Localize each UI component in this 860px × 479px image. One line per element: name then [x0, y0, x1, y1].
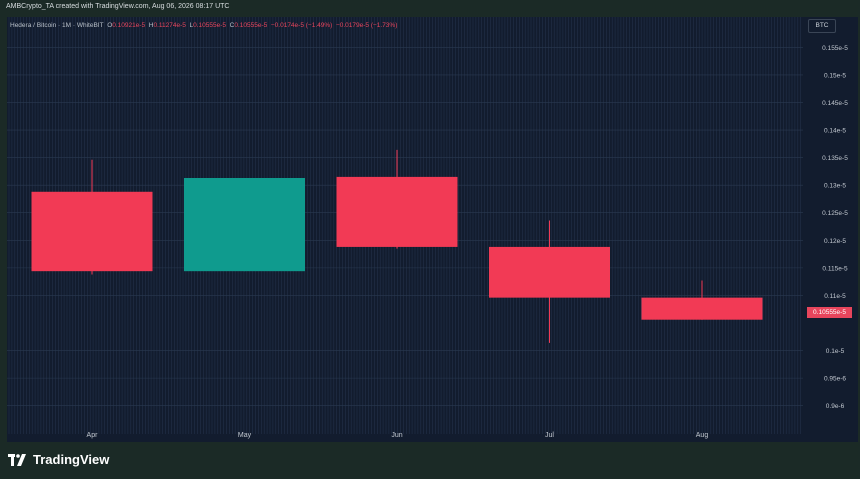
candle-may — [184, 177, 305, 272]
y-tick-label: 0.125e-5 — [822, 210, 848, 217]
y-tick-label: 0.135e-5 — [822, 155, 848, 162]
tradingview-logo-icon — [8, 453, 26, 466]
y-tick-label: 0.1e-5 — [826, 348, 845, 355]
legend-change: −0.0174e-5 (−1.49%) — [270, 22, 333, 29]
y-tick-label: 0.14e-5 — [824, 128, 846, 135]
candle-body — [641, 297, 763, 320]
x-tick-label: Jun — [391, 432, 402, 439]
y-tick-label: 0.15e-5 — [824, 72, 846, 79]
x-tick-label: Aug — [696, 432, 709, 439]
chart-pane[interactable]: Apr May Jun Jul Aug 0.155e-5 0.15e-5 0.145e-5 0… — [7, 17, 858, 442]
y-tick-label: 0.12e-5 — [824, 238, 846, 245]
legend-close-value: 0.10555e-5 — [234, 22, 268, 29]
y-tick-label: 0.13e-5 — [824, 183, 846, 190]
tradingview-logo: TradingView — [8, 452, 109, 467]
legend-high-value: 0.11274e-5 — [153, 22, 186, 29]
ohlc-legend: Hedera / Bitcoin · 1M · WhiteBIT O0.1092… — [10, 22, 397, 29]
currency-badge[interactable]: BTC — [808, 19, 836, 33]
last-price-tag: 0.10555e-5 — [807, 307, 852, 318]
candle-body — [31, 191, 153, 272]
y-tick-label: 0.155e-5 — [822, 45, 848, 52]
y-axis-labels: 0.155e-5 0.15e-5 0.145e-5 0.14e-5 0.135e-5 0.… — [822, 45, 848, 410]
candle-body — [336, 176, 458, 247]
x-tick-label: Apr — [87, 432, 99, 439]
legend-open-value: 0.10921e-5 — [112, 22, 146, 29]
candlestick-chart[interactable]: Apr May Jun Jul Aug 0.155e-50.15e-50.145e-50… — [7, 17, 858, 442]
candle-body — [184, 177, 305, 272]
legend-change-2: −0.0179e-5 (−1.73%) — [335, 22, 398, 29]
x-tick-label: May — [238, 432, 252, 439]
attribution-text: AMBCrypto_TA created with TradingView.co… — [6, 3, 230, 10]
candle-jun — [336, 149, 458, 249]
x-tick-label: Jul — [545, 432, 554, 439]
legend-low-value: 0.10555e-5 — [193, 22, 227, 29]
candle-body — [489, 246, 610, 298]
candle-aug — [641, 280, 763, 320]
y-tick-label: 0.9e-6 — [826, 403, 845, 410]
y-tick-label: 0.11e-5 — [824, 293, 846, 300]
y-tick-label: 0.145e-5 — [822, 100, 848, 107]
y-tick-label: 0.115e-5 — [822, 265, 848, 272]
y-tick-label: 0.95e-6 — [824, 376, 846, 383]
legend-symbol: Hedera / Bitcoin · 1M · WhiteBIT — [10, 22, 104, 29]
brand-text: TradingView — [33, 452, 110, 467]
